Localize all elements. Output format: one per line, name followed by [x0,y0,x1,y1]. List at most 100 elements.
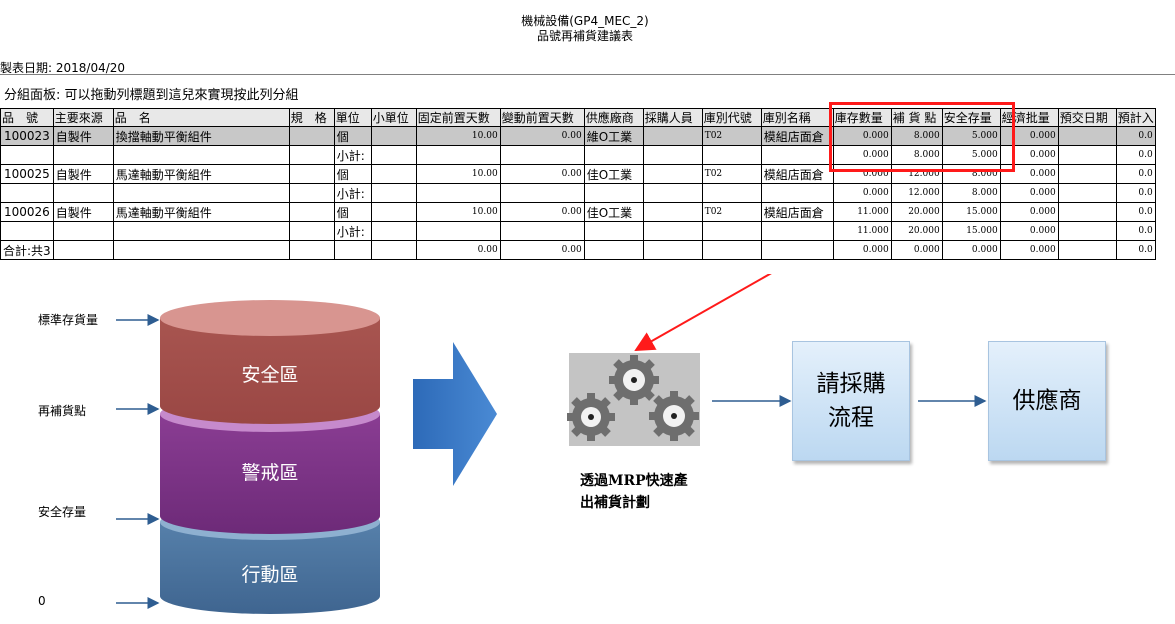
table-cell-unit: 小計: [333,221,372,241]
table-cell-fixed-lead [415,221,501,241]
zone-safe-label: 安全區 [241,364,299,386]
table-cell-fixed-lead: 10.00 [415,164,501,184]
table-cell-fixed-lead: 10.00 [415,126,501,146]
column-header[interactable]: 預交日期 [1057,108,1117,127]
table-cell-wh-code: T02 [701,202,762,222]
table-cell-buyer [642,183,703,203]
table-cell-due [1057,126,1117,146]
table-cell-expected: 0.0 [1115,126,1156,146]
zone-action-label: 行動區 [241,564,299,586]
table-cell-source [52,145,114,165]
table-cell-expected: 0.0 [1115,164,1156,184]
column-header[interactable]: 品 號 [0,108,54,127]
table-cell-source [52,240,114,260]
table-cell-stock: 11.000 [832,202,892,222]
table-cell-fixed-lead [415,145,501,165]
report-title-line1: 機械設備(GP4_MEC_2) [521,14,649,28]
table-cell-stock: 0.000 [832,240,892,260]
table-cell-reorder: 20.000 [890,221,943,241]
table-row[interactable]: 小計: 11.000 20.000 15.000 0.000 0.0 [0,221,1156,241]
column-header[interactable]: 庫別代號 [701,108,762,127]
table-cell-supplier: 佳O工業 [583,202,644,222]
table-cell-source [52,183,114,203]
table-cell-item-no [0,221,54,241]
table-cell-due [1057,221,1117,241]
table-cell-var-lead [499,221,585,241]
table-cell-safety: 8.000 [941,183,1001,203]
table-cell-name: 馬達軸動平衡組件 [112,202,290,222]
table-cell-spec [288,202,335,222]
column-header[interactable]: 品 名 [112,108,290,127]
table-cell-unit: 個 [333,164,372,184]
table-cell-item-no: 100026 [0,202,54,222]
column-header[interactable]: 單位 [333,108,372,127]
column-header[interactable]: 採購人員 [642,108,703,127]
big-right-arrow [413,342,497,486]
table-cell-buyer [642,240,703,260]
table-cell-item-no: 100023 [0,126,54,146]
label-reorder-point: 再補貨點 [38,404,87,418]
mrp-gears-icon [567,353,700,446]
table-cell-safety: 15.000 [941,202,1001,222]
table-cell-supplier [583,145,644,165]
highlight-box [829,102,1015,172]
supplier-box: 供應商 [988,341,1106,461]
table-cell-supplier [583,221,644,241]
table-cell-expected: 0.0 [1115,145,1156,165]
table-cell-subunit [370,183,417,203]
label-standard-stock: 標準存貨量 [38,313,99,327]
table-cell-due [1057,183,1117,203]
table-cell-unit: 個 [333,202,372,222]
table-cell-due [1057,202,1117,222]
table-cell-expected: 0.0 [1115,183,1156,203]
table-cell-stock: 0.000 [832,183,892,203]
table-cell-unit: 小計: [333,145,372,165]
table-cell-subunit [370,240,417,260]
column-header[interactable]: 庫別名稱 [760,108,834,127]
table-row[interactable]: 小計: 0.000 12.000 8.000 0.000 0.0 [0,183,1156,203]
purchase-process-box: 請採購流程 [792,341,910,461]
table-cell-wh-name [760,240,834,260]
table-row[interactable]: 100026 自製件 馬達軸動平衡組件個 10.00 0.00 佳O工業 T02 模組店面倉 1… [0,202,1156,222]
group-panel[interactable]: 分組面板: 可以拖動列標題到這兒來實現按此列分組 [4,84,299,103]
table-cell-wh-code [701,221,762,241]
table-row[interactable]: 合計:共3 0.00 0.00 0.000 0.000 0.000 0.000 0.0 [0,240,1156,260]
table-cell-stock: 11.000 [832,221,892,241]
column-header[interactable]: 小單位 [370,108,417,127]
table-cell-eoq: 0.000 [999,240,1059,260]
table-cell-spec [288,164,335,184]
table-cell-wh-code [701,145,762,165]
table-cell-supplier [583,240,644,260]
table-cell-name: 換擋軸動平衡組件 [112,126,290,146]
table-cell-source [52,221,114,241]
table-cell-spec [288,183,335,203]
table-cell-unit: 個 [333,126,372,146]
table-cell-spec [288,240,335,260]
column-header[interactable]: 供應廠商 [583,108,644,127]
column-header[interactable]: 規 格 [288,108,335,127]
table-cell-subunit [370,145,417,165]
label-safety-stock: 安全存量 [38,505,87,519]
table-cell-wh-name [760,221,834,241]
table-cell-subunit [370,202,417,222]
table-cell-subunit [370,221,417,241]
table-cell-subunit [370,164,417,184]
table-cell-buyer [642,221,703,241]
column-header[interactable]: 主要來源 [52,108,114,127]
column-header[interactable]: 預計入 [1115,108,1156,127]
divider [0,74,1175,75]
table-cell-name [112,240,290,260]
table-cell-buyer [642,126,703,146]
column-header[interactable]: 固定前置天數 [415,108,501,127]
table-cell-wh-code: T02 [701,126,762,146]
table-cell-wh-name: 模組店面倉 [760,164,834,184]
table-cell-name [112,221,290,241]
table-cell-wh-name [760,183,834,203]
table-cell-spec [288,145,335,165]
table-cell-buyer [642,164,703,184]
purchase-process-label: 請採購流程 [816,371,886,431]
table-cell-item-no: 100025 [0,164,54,184]
column-header[interactable]: 變動前置天數 [499,108,585,127]
supplier-label: 供應商 [1012,388,1082,414]
table-cell-name: 馬達軸動平衡組件 [112,164,290,184]
